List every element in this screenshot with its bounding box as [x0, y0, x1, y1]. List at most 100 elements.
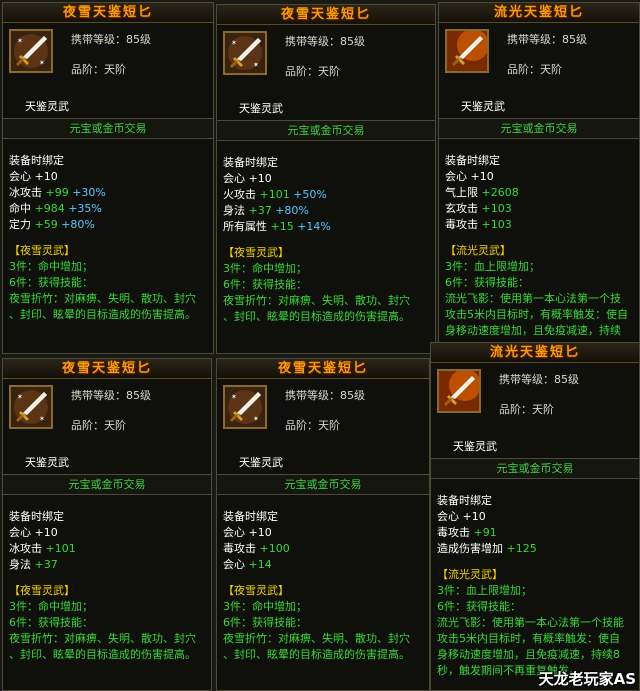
svg-text:✶: ✶	[231, 393, 237, 401]
stat-bonus: +14%	[297, 220, 331, 233]
stat-value: +99	[45, 186, 69, 199]
item-icon[interactable]: ✶ ✶	[223, 31, 267, 75]
set-bonus-3: 3件：血上限增加；	[437, 584, 532, 597]
skill-desc-line: 攻击5米内目标时，有概率触发：使自	[445, 308, 628, 321]
item-icon[interactable]: ✶ ✶	[9, 29, 53, 73]
item-tooltip-card: 流光天鉴短匕 携带等级：85级 品阶：天阶 天鉴灵武 元宝或金币交易 装备时绑定 会心 +1…	[438, 2, 640, 354]
item-title-bar: 流光天鉴短匕	[431, 343, 639, 363]
carry-level: 携带等级：85级	[71, 33, 151, 46]
item-details: 装备时绑定 会心 +10 火攻击 +101 +50% 身法 +37 +80% 所有属性 …	[223, 155, 433, 325]
stat-line: 冰攻击 +101	[9, 541, 209, 557]
stat-bonus: +35%	[68, 202, 102, 215]
item-title: 流光天鉴短匕	[493, 5, 584, 20]
bind-status: 装备时绑定	[223, 510, 278, 523]
set-bonus-3: 3件：命中增加；	[9, 600, 93, 613]
bind-status: 装备时绑定	[9, 510, 64, 523]
stat-value: +100	[259, 542, 290, 555]
stat-label: 会心 +10	[445, 170, 494, 183]
item-subname: 天鉴灵武	[25, 456, 69, 469]
item-grade: 品阶：天阶	[285, 419, 340, 432]
watermark: 天龙老玩家AS	[538, 670, 636, 688]
stat-label: 会心 +10	[9, 526, 58, 539]
item-title: 夜雪天鉴短匕	[277, 361, 368, 376]
set-title: 【夜雪灵武】	[9, 584, 75, 597]
trade-info: 元宝或金币交易	[217, 474, 429, 495]
stat-value: +14	[248, 558, 272, 571]
stat-line: 玄攻击 +103	[445, 201, 637, 217]
stat-label: 命中	[9, 202, 35, 215]
svg-text:✶: ✶	[39, 415, 45, 423]
skill-desc-line: 流光飞影：使用第一本心法第一个技能	[437, 616, 624, 629]
stat-value: +15	[270, 220, 294, 233]
stat-line: 会心 +10	[223, 171, 433, 187]
stat-value: +101	[45, 542, 76, 555]
stat-label: 会心 +10	[437, 510, 486, 523]
item-subname: 天鉴灵武	[461, 100, 505, 113]
stat-line: 身法 +37 +80%	[223, 203, 433, 219]
trade-info: 元宝或金币交易	[431, 458, 639, 479]
stat-label: 毒攻击	[445, 218, 482, 231]
stat-label: 玄攻击	[445, 202, 482, 215]
set-bonus-6: 6件：获得技能：	[9, 616, 93, 629]
stat-bonus: +80%	[275, 204, 309, 217]
svg-text:✶: ✶	[17, 37, 23, 45]
skill-desc-line: 攻击5米内目标时，有概率触发：使自	[437, 632, 620, 645]
svg-text:✶: ✶	[17, 393, 23, 401]
item-title-bar: 夜雪天鉴短匕	[217, 359, 429, 379]
stat-label: 身法	[223, 204, 249, 217]
stat-line: 毒攻击 +100	[223, 541, 427, 557]
set-bonus-3: 3件：命中增加；	[9, 260, 93, 273]
item-title: 夜雪天鉴短匕	[62, 5, 153, 20]
stat-line: 定力 +59 +80%	[9, 217, 211, 233]
stat-value: +125	[506, 542, 537, 555]
stat-line: 所有属性 +15 +14%	[223, 219, 433, 235]
skill-desc-line: 夜雪折竹：对麻痹、失明、散功、封穴	[9, 632, 196, 645]
skill-desc-line: 、封印、眩晕的目标造成的伤害提高。	[223, 648, 410, 661]
stat-value: +91	[473, 526, 497, 539]
item-grade: 品阶：天阶	[499, 403, 554, 416]
stat-value: +59	[34, 218, 58, 231]
stat-value: +103	[481, 218, 512, 231]
stat-label: 会心 +10	[223, 172, 272, 185]
item-subname: 天鉴灵武	[453, 440, 497, 453]
set-bonus-6: 6件：获得技能：	[445, 276, 529, 289]
stat-label: 造成伤害增加	[437, 542, 507, 555]
item-tooltip-card: 夜雪天鉴短匕 ✶ ✶ 携带等级：85级 品阶：天阶 天鉴灵武 元宝或金币交易 装备时绑定 会心 …	[216, 4, 436, 354]
item-details: 装备时绑定 会心 +10 冰攻击 +101 身法 +37 【夜雪灵武】 3件：命中增加； 6…	[9, 509, 209, 663]
stat-line: 会心 +10	[9, 169, 211, 185]
stat-value: +37	[248, 204, 272, 217]
stat-value: +37	[34, 558, 58, 571]
carry-level: 携带等级：85级	[285, 389, 365, 402]
dagger-icon-snow: ✶ ✶	[225, 33, 265, 73]
stat-bonus: +30%	[72, 186, 106, 199]
stat-value: +101	[259, 188, 290, 201]
svg-text:✶: ✶	[253, 61, 259, 69]
item-grade: 品阶：天阶	[507, 63, 562, 76]
stat-line: 毒攻击 +103	[445, 217, 637, 233]
item-tooltip-card: 夜雪天鉴短匕 ✶ ✶ 携带等级：85级 品阶：天阶 天鉴灵武 元宝或金币交易 装备时绑定 会心 …	[2, 2, 214, 354]
stat-line: 造成伤害增加 +125	[437, 541, 637, 557]
dagger-icon-fire	[439, 371, 479, 411]
item-icon[interactable]: ✶ ✶	[9, 385, 53, 429]
item-icon[interactable]	[445, 29, 489, 73]
stat-line: 毒攻击 +91	[437, 525, 637, 541]
item-icon[interactable]: ✶ ✶	[223, 385, 267, 429]
set-bonus-3: 3件：血上限增加；	[445, 260, 540, 273]
item-grade: 品阶：天阶	[71, 63, 126, 76]
skill-desc-line: 、封印、眩晕的目标造成的伤害提高。	[9, 648, 196, 661]
stat-line: 会心 +10	[223, 525, 427, 541]
item-tooltip-card: 夜雪天鉴短匕 ✶ ✶ 携带等级：85级 品阶：天阶 天鉴灵武 元宝或金币交易 装备时绑定 会心 …	[216, 358, 430, 691]
stat-label: 毒攻击	[223, 542, 260, 555]
trade-info: 元宝或金币交易	[217, 120, 435, 141]
item-details: 装备时绑定 会心 +10 冰攻击 +99 +30% 命中 +984 +35% 定力 +5…	[9, 153, 211, 323]
item-details: 装备时绑定 会心 +10 气上限 +2608 玄攻击 +103 毒攻击 +103 【流光灵…	[445, 153, 637, 339]
set-title: 【夜雪灵武】	[223, 246, 289, 259]
item-title: 夜雪天鉴短匕	[61, 361, 152, 376]
stat-line: 会心 +10	[445, 169, 637, 185]
dagger-icon-snow: ✶ ✶	[11, 31, 51, 71]
set-title: 【流光灵武】	[437, 568, 503, 581]
item-icon[interactable]	[437, 369, 481, 413]
set-bonus-6: 6件：获得技能：	[9, 276, 93, 289]
item-subname: 天鉴灵武	[239, 102, 283, 115]
item-subname: 天鉴灵武	[25, 100, 69, 113]
